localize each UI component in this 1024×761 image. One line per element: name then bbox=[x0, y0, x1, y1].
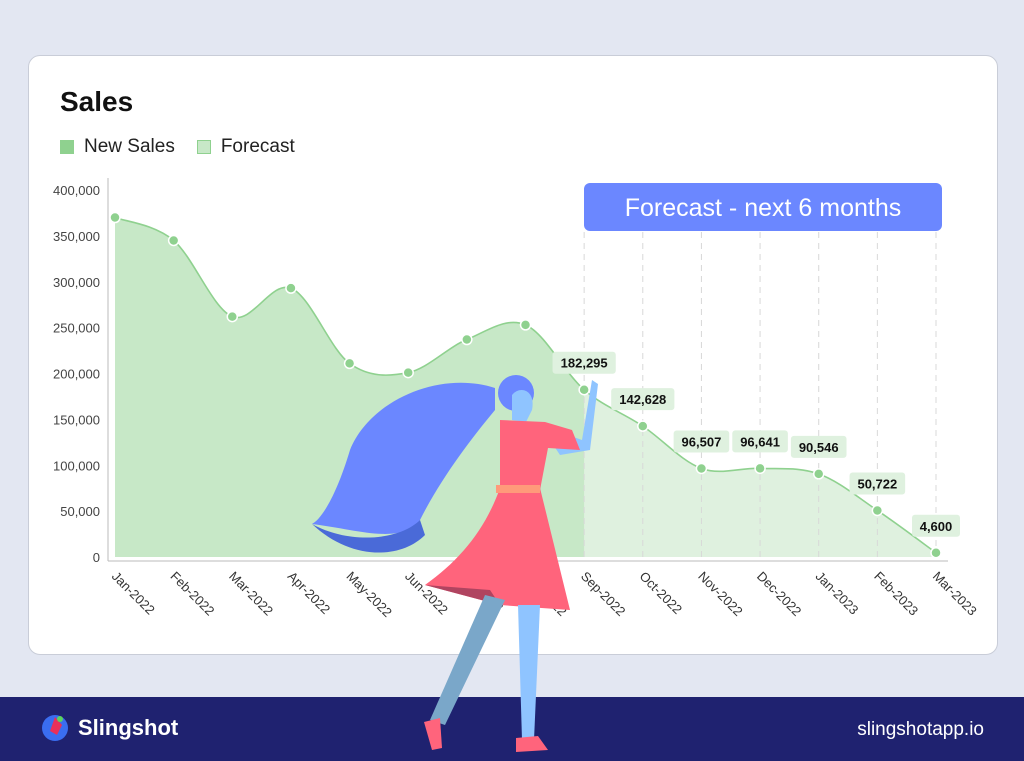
belt bbox=[496, 485, 540, 493]
back-shoe bbox=[424, 718, 442, 750]
front-leg bbox=[518, 605, 540, 740]
woman-illustration bbox=[312, 375, 598, 752]
hair-shape bbox=[312, 382, 495, 534]
front-shoe bbox=[516, 736, 548, 752]
dress-skirt bbox=[425, 488, 570, 610]
back-leg bbox=[430, 595, 505, 725]
face bbox=[512, 390, 533, 422]
dress-top bbox=[500, 420, 580, 490]
